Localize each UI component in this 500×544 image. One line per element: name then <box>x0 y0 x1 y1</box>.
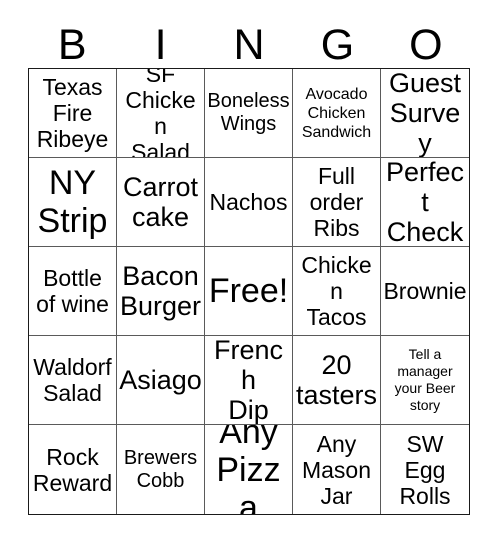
bingo-cell-label: Brewers Cobb <box>123 446 198 492</box>
bingo-header-letter-i: I <box>154 21 167 69</box>
bingo-cell[interactable]: Chicken Tacos <box>293 247 381 336</box>
bingo-cell-label: Rock Reward <box>32 443 113 496</box>
bingo-cell[interactable]: Perfect Check <box>381 158 469 247</box>
bingo-cell-label: Avocado Chicken Sandwich <box>301 85 372 141</box>
bingo-cell-label: SF Chicken Salad <box>125 69 196 158</box>
bingo-cell-label: Bacon Burger <box>119 261 202 321</box>
bingo-cell-label: Brownie <box>383 278 467 304</box>
bingo-cell-label: Any Mason Jar <box>301 430 372 509</box>
bingo-cell[interactable]: French Dip <box>205 336 293 425</box>
bingo-cell[interactable]: Carrot cake <box>117 158 205 247</box>
bingo-cell[interactable]: Guest Survey <box>381 69 469 158</box>
bingo-cell[interactable]: Avocado Chicken Sandwich <box>293 69 381 158</box>
bingo-cell[interactable]: SF Chicken Salad <box>117 69 205 158</box>
bingo-cell-label: Perfect Check <box>385 158 465 247</box>
bingo-free-space[interactable]: Free! <box>205 247 293 336</box>
bingo-header-row: BINGO <box>28 16 470 68</box>
bingo-cell[interactable]: Texas Fire Ribeye <box>29 69 117 158</box>
bingo-cell[interactable]: Rock Reward <box>29 425 117 514</box>
bingo-cell[interactable]: Any Pizza <box>205 425 293 514</box>
bingo-header-letter-b: B <box>57 21 87 69</box>
bingo-cell[interactable]: Asiago <box>117 336 205 425</box>
bingo-cell-label: Boneless Wings <box>207 90 290 135</box>
bingo-card: BINGO Texas Fire Ribeye SF Chicken Salad B… <box>0 0 500 544</box>
bingo-cell-label: Asiago <box>119 365 202 395</box>
bingo-cell-label: NY Strip <box>37 164 108 240</box>
bingo-cell-label: Guest Survey <box>388 69 462 158</box>
bingo-cell-label: French Dip <box>213 336 284 425</box>
bingo-cell[interactable]: Bottle of wine <box>29 247 117 336</box>
bingo-cell[interactable]: SW Egg Rolls <box>381 425 469 514</box>
bingo-cell-label: Texas Fire Ribeye <box>36 74 109 152</box>
bingo-cell-label: Full order Ribs <box>309 163 364 241</box>
bingo-cell[interactable]: Any Mason Jar <box>293 425 381 514</box>
bingo-cell-label: Chicken Tacos <box>301 252 372 330</box>
bingo-cell[interactable]: Tell a manager your Beer story <box>381 336 469 425</box>
bingo-header-letter-g: G <box>320 21 355 69</box>
bingo-cell-label: Bottle of wine <box>36 265 109 317</box>
bingo-cell[interactable]: Waldorf Salad <box>29 336 117 425</box>
bingo-cell[interactable]: Brewers Cobb <box>117 425 205 514</box>
bingo-cell-label: Any Pizza <box>216 425 281 514</box>
bingo-grid: Texas Fire Ribeye SF Chicken Salad Boneles… <box>28 68 470 515</box>
bingo-cell[interactable]: Brownie <box>381 247 469 336</box>
bingo-cell-label: Nachos <box>209 189 288 215</box>
bingo-cell[interactable]: Nachos <box>205 158 293 247</box>
bingo-cell[interactable]: NY Strip <box>29 158 117 247</box>
bingo-cell-label: Carrot cake <box>122 172 198 232</box>
bingo-cell-label: Waldorf Salad <box>33 354 112 406</box>
bingo-cell-label: Tell a manager your Beer story <box>394 346 456 413</box>
bingo-cell-label: Free! <box>208 272 289 310</box>
bingo-header-letter-o: O <box>409 21 443 69</box>
bingo-cell[interactable]: Boneless Wings <box>205 69 293 158</box>
bingo-cell-label: SW Egg Rolls <box>399 430 451 509</box>
bingo-header-letter-n: N <box>233 21 265 69</box>
bingo-cell[interactable]: Bacon Burger <box>117 247 205 336</box>
bingo-cell[interactable]: Full order Ribs <box>293 158 381 247</box>
bingo-cell[interactable]: 20 tasters <box>293 336 381 425</box>
bingo-cell-label: 20 tasters <box>295 350 378 410</box>
